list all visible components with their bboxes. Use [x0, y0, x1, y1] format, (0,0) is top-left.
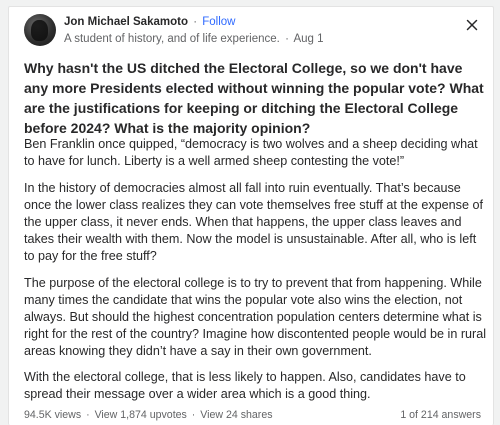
answer-paragraph: Ben Franklin once quipped, “democracy is…: [24, 137, 478, 168]
question-title[interactable]: Why hasn't the US ditched the Electoral …: [24, 58, 484, 138]
view-upvotes-link[interactable]: View 1,874 upvotes: [95, 409, 187, 421]
author-name[interactable]: Jon Michael Sakamoto: [64, 16, 188, 28]
answer-date[interactable]: Aug 1: [293, 33, 323, 45]
answer-card: Jon Michael Sakamoto · Follow A student …: [8, 6, 494, 425]
credential-line: A student of history, and of life experi…: [64, 33, 324, 45]
answer-stats: 94.5K views · View 1,874 upvotes · View …: [24, 409, 273, 421]
view-shares-link[interactable]: View 24 shares: [200, 409, 272, 421]
answer-paragraph: With the electoral college, that is less…: [24, 370, 466, 401]
separator-dot: ·: [285, 33, 289, 45]
close-icon[interactable]: [464, 17, 480, 33]
answer-position: 1 of 214 answers: [400, 409, 481, 421]
answer-paragraph: In the history of democracies almost all…: [24, 181, 483, 263]
separator-dot: ·: [191, 409, 196, 421]
separator-dot: ·: [193, 16, 198, 28]
separator-dot: ·: [86, 409, 90, 421]
views-count[interactable]: 94.5K views: [24, 409, 81, 421]
author-line: Jon Michael Sakamoto · Follow: [64, 16, 235, 28]
author-credential: A student of history, and of life experi…: [64, 33, 280, 45]
follow-button[interactable]: Follow: [202, 16, 235, 28]
avatar[interactable]: [24, 14, 56, 46]
answer-paragraph: The purpose of the electoral college is …: [24, 276, 487, 358]
